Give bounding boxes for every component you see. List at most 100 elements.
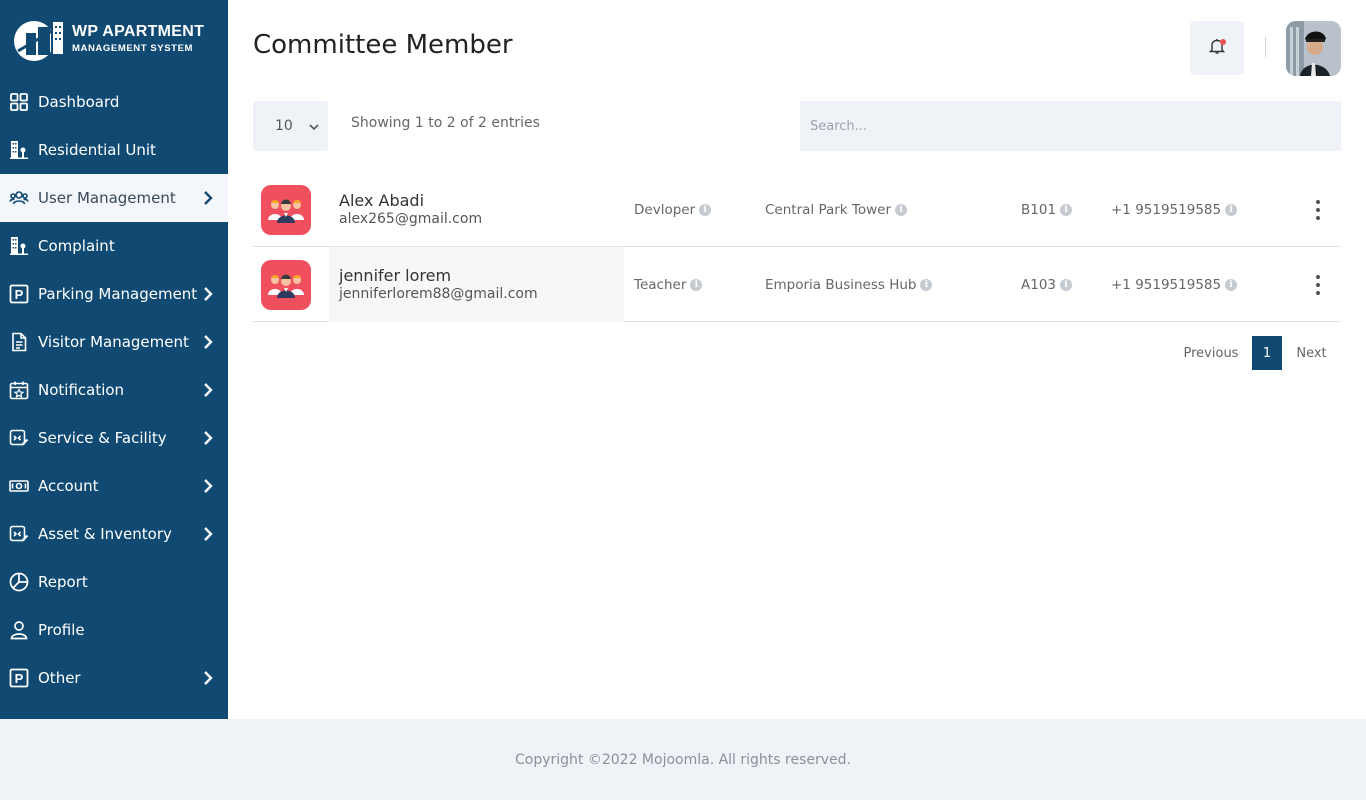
sidebar-item-label: Parking Management — [38, 285, 198, 303]
sidebar-item-notification[interactable]: Notification — [0, 366, 228, 414]
pagination-page-current[interactable]: 1 — [1252, 336, 1282, 370]
notification-button[interactable] — [1190, 21, 1244, 75]
sidebar-item-label: Asset & Inventory — [38, 525, 172, 543]
more-vertical-icon — [1316, 198, 1320, 222]
sidebar-item-service-facility[interactable]: Service & Facility — [0, 414, 228, 462]
row-actions-button[interactable] — [1311, 172, 1325, 247]
member-name: jennifer lorem — [339, 266, 452, 285]
member-role: Devloper — [634, 201, 696, 218]
sidebar-item-profile[interactable]: Profile — [0, 606, 228, 654]
member-building-cell: Central Park Tower i — [765, 172, 908, 247]
info-icon[interactable]: i — [920, 278, 933, 291]
member-name: Alex Abadi — [339, 191, 425, 210]
page-size-select[interactable]: 10 — [253, 101, 328, 151]
document-icon — [9, 332, 29, 352]
notification-dot — [1220, 39, 1226, 45]
brand-logo-icon — [12, 17, 68, 61]
chevron-right-icon — [202, 287, 214, 301]
member-email: jenniferlorem88@gmail.com — [339, 286, 538, 302]
sidebar-item-user-management[interactable]: User Management — [0, 174, 228, 222]
copyright-text: Copyright ©2022 Mojoomla. All rights res… — [514, 751, 851, 768]
member-email: alex265@gmail.com — [339, 211, 483, 227]
sidebar-item-label: Service & Facility — [38, 429, 167, 447]
sidebar-item-label: Dashboard — [38, 93, 120, 111]
member-role: Teacher — [634, 276, 687, 293]
sidebar-item-report[interactable]: Report — [0, 558, 228, 606]
sidebar-item-residential-unit[interactable]: Residential Unit — [0, 126, 228, 174]
member-unit-cell: B101 i — [1021, 172, 1073, 247]
sidebar-item-label: Complaint — [38, 237, 115, 255]
calendar-star-icon — [9, 380, 29, 400]
info-icon[interactable]: i — [1225, 278, 1238, 291]
member-name-cell[interactable]: jennifer lorem jenniferlorem88@gmail.com — [329, 247, 624, 322]
info-icon[interactable]: i — [1225, 203, 1238, 216]
chevron-right-icon — [202, 191, 214, 205]
chevron-down-icon — [309, 119, 319, 135]
committee-group-icon — [261, 184, 311, 235]
footer: Copyright ©2022 Mojoomla. All rights res… — [0, 719, 1366, 800]
header-divider — [1265, 37, 1266, 57]
brand-title: WP APARTMENT — [72, 23, 205, 41]
sidebar-item-label: Profile — [38, 621, 85, 639]
building-icon — [9, 140, 29, 160]
pie-chart-icon — [9, 572, 29, 592]
info-icon[interactable]: i — [699, 203, 712, 216]
info-icon[interactable]: i — [690, 278, 703, 291]
sidebar-item-label: Notification — [38, 381, 125, 399]
pagination-next[interactable]: Next — [1282, 346, 1341, 361]
more-vertical-icon — [1316, 273, 1320, 297]
info-icon[interactable]: i — [895, 203, 908, 216]
pagination: Previous 1 Next — [1170, 336, 1341, 370]
member-unit: A103 — [1021, 276, 1057, 293]
member-unit-cell: A103 i — [1021, 247, 1073, 322]
member-building: Emporia Business Hub — [765, 276, 917, 293]
sidebar-nav: Dashboard Residential Unit User Manageme… — [0, 78, 228, 702]
svg-text:P: P — [15, 671, 24, 686]
sidebar-item-label: Residential Unit — [38, 141, 156, 159]
sidebar-item-parking-management[interactable]: P Parking Management — [0, 270, 228, 318]
member-phone: +1 9519519585 — [1111, 276, 1222, 293]
service-icon — [9, 428, 29, 448]
sidebar-item-other[interactable]: P Other — [0, 654, 228, 702]
brand[interactable]: WP APARTMENT MANAGEMENT SYSTEM — [0, 0, 228, 78]
info-icon[interactable]: i — [1060, 203, 1073, 216]
committee-group-icon — [261, 259, 311, 310]
row-actions-button[interactable] — [1311, 247, 1325, 322]
chevron-right-icon — [202, 479, 214, 493]
brand-subtitle: MANAGEMENT SYSTEM — [72, 43, 194, 55]
sidebar-item-visitor-management[interactable]: Visitor Management — [0, 318, 228, 366]
sidebar-item-label: Other — [38, 669, 81, 687]
pagination-previous[interactable]: Previous — [1170, 346, 1252, 361]
chevron-right-icon — [202, 527, 214, 541]
grid-icon — [9, 92, 29, 112]
member-role-cell: Devloper i — [634, 172, 712, 247]
sidebar-item-label: Report — [38, 573, 88, 591]
sidebar-item-dashboard[interactable]: Dashboard — [0, 78, 228, 126]
chevron-right-icon — [202, 671, 214, 685]
member-name-cell[interactable]: Alex Abadi alex265@gmail.com — [329, 172, 624, 247]
parking-icon: P — [9, 668, 29, 688]
member-phone-cell: +1 9519519585 i — [1111, 172, 1238, 247]
member-avatar — [261, 172, 311, 247]
money-icon — [9, 476, 29, 496]
person-icon — [9, 620, 29, 640]
member-phone: +1 9519519585 — [1111, 201, 1222, 218]
sidebar-item-account[interactable]: Account — [0, 462, 228, 510]
member-building: Central Park Tower — [765, 201, 892, 218]
sidebar-item-asset-inventory[interactable]: Asset & Inventory — [0, 510, 228, 558]
member-unit: B101 — [1021, 201, 1057, 218]
users-icon — [9, 188, 29, 208]
sidebar-item-complaint[interactable]: Complaint — [0, 222, 228, 270]
sidebar-item-label: User Management — [38, 189, 176, 207]
info-icon[interactable]: i — [1060, 278, 1073, 291]
sidebar-item-label: Account — [38, 477, 99, 495]
member-table: Alex Abadi alex265@gmail.com Devloper i … — [253, 172, 1341, 322]
member-avatar — [261, 247, 311, 322]
member-building-cell: Emporia Business Hub i — [765, 247, 933, 322]
svg-text:P: P — [15, 287, 24, 302]
user-avatar[interactable] — [1286, 21, 1341, 76]
page-size-value: 10 — [275, 118, 293, 134]
member-role-cell: Teacher i — [634, 247, 703, 322]
search-input[interactable] — [800, 101, 1341, 151]
table-row: jennifer lorem jenniferlorem88@gmail.com… — [253, 247, 1341, 322]
